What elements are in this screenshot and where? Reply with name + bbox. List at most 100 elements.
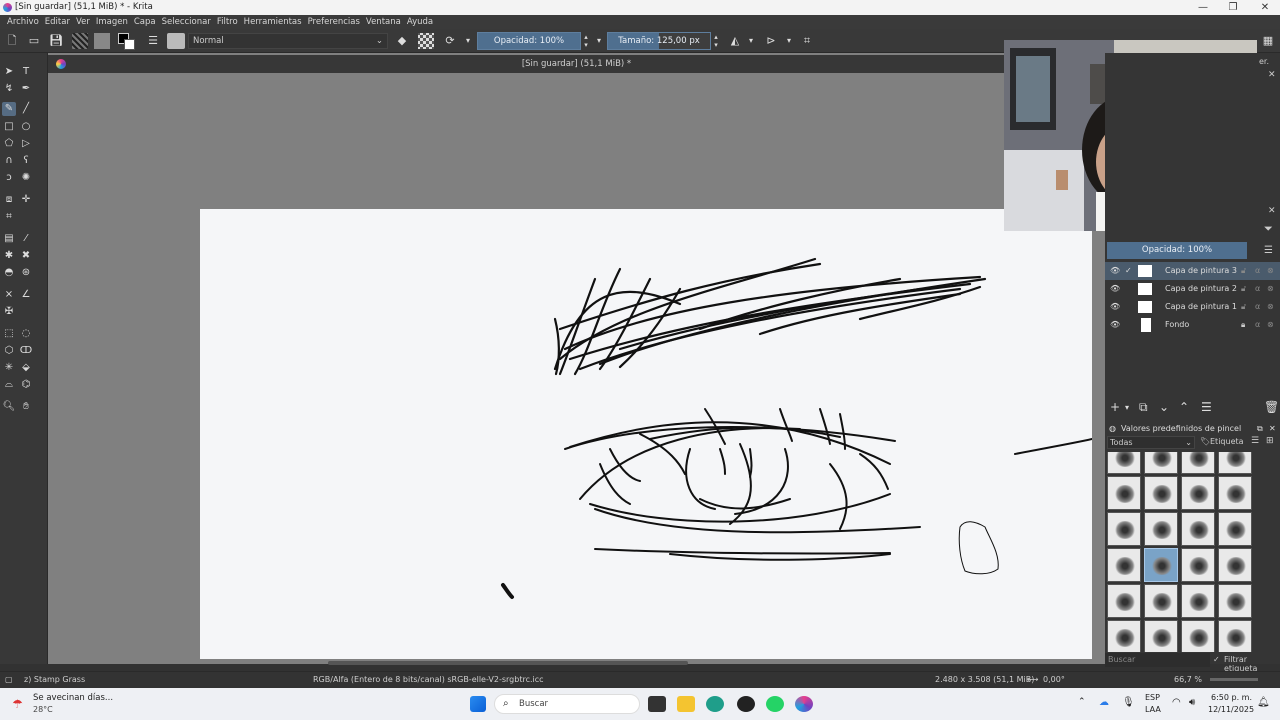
rect-select-icon[interactable]: ⬚ (2, 327, 16, 341)
freehand-path-icon[interactable]: ʕ (19, 154, 33, 168)
eye-icon[interactable]: 👁︎ (1110, 298, 1120, 316)
brush-preset-tile[interactable] (1107, 476, 1141, 510)
notification-icon[interactable]: 🔔︎ (1257, 697, 1270, 708)
calligraphy-icon[interactable]: ✒ (19, 82, 33, 96)
drawing-canvas[interactable] (200, 209, 1092, 659)
polygon-select-icon[interactable]: ⬡ (2, 344, 16, 358)
filter-icon[interactable]: ⏷ (1264, 222, 1273, 236)
chevron-down-icon[interactable]: ▾ (746, 33, 756, 49)
bezier-tool-icon[interactable]: ∩ (2, 154, 16, 168)
brush-preset-tile[interactable] (1218, 452, 1252, 474)
transform-tool-icon[interactable]: ⧈ (2, 193, 16, 207)
alpha-icon[interactable]: α (1255, 298, 1260, 316)
weather-icon[interactable]: ☂ (12, 697, 23, 711)
ellipse-tool-icon[interactable]: ○ (19, 120, 33, 134)
move-tool-icon[interactable]: ✛ (19, 193, 33, 207)
rotation-label[interactable]: 0,00° (1043, 672, 1065, 687)
chevron-down-icon[interactable]: ▾ (784, 33, 794, 49)
cloud-icon[interactable]: ☁ (1099, 697, 1109, 708)
menu-seleccionar[interactable]: Seleccionar (159, 15, 214, 29)
krita-taskbar-icon[interactable] (795, 696, 813, 712)
measure-tool-icon[interactable]: ∠ (19, 288, 33, 302)
freehand-select-icon[interactable]: ↀ (19, 344, 33, 358)
brush-preset-tile[interactable] (1218, 512, 1252, 546)
contiguous-select-icon[interactable]: ✳ (2, 361, 16, 375)
polyline-tool-icon[interactable]: ▷ (19, 137, 33, 151)
menu-filtro[interactable]: Filtro (214, 15, 241, 29)
reload-preset-icon[interactable]: ⟳ (442, 33, 458, 49)
add-tag-icon[interactable]: ⊞ (1266, 436, 1274, 446)
clock-time[interactable]: 6:50 p. m. (1208, 693, 1252, 702)
task-view-icon[interactable] (648, 696, 666, 712)
menu-ayuda[interactable]: Ayuda (404, 15, 436, 29)
brush-preset-tile[interactable] (1107, 584, 1141, 618)
alpha-icon[interactable]: α (1255, 262, 1260, 280)
checkmark-icon[interactable]: ✓ (1125, 262, 1132, 280)
brush-preset-tile[interactable] (1218, 584, 1252, 618)
menu-ver[interactable]: Ver (73, 15, 93, 29)
pan-tool-icon[interactable]: ✋︎ (19, 400, 33, 414)
brush-preset-tile[interactable] (1181, 512, 1215, 546)
menu-preferencias[interactable]: Preferencias (305, 15, 363, 29)
volume-icon[interactable]: 🔊︎ (1189, 697, 1195, 708)
duplicate-layer-icon[interactable]: ⧉ (1139, 400, 1148, 415)
menu-icon[interactable]: ☰ (1264, 245, 1273, 256)
move-up-icon[interactable]: ⌃ (1179, 400, 1189, 414)
workspace-icon[interactable]: ▦ (1260, 33, 1276, 49)
layer-row[interactable]: 👁︎ ✓ Capa de pintura 3 🔓︎ α ⊗ (1105, 262, 1280, 280)
brush-preset-tile[interactable] (1218, 476, 1252, 510)
polygon-tool-icon[interactable]: ⬠ (2, 137, 16, 151)
brush-preset-tile[interactable] (1181, 452, 1215, 474)
brush-preset-tile[interactable] (1218, 620, 1252, 652)
layer-properties-icon[interactable]: ☰ (1201, 400, 1212, 414)
eye-icon[interactable]: 👁︎ (1110, 316, 1120, 334)
taskbar-search-input[interactable]: ⌕ Buscar (494, 694, 640, 714)
alpha-lock-icon[interactable] (418, 33, 434, 49)
bezier-select-icon[interactable]: ⌓ (2, 378, 16, 392)
wrap-around-icon[interactable]: ⌗ (798, 33, 816, 49)
brush-preset-tile[interactable] (1144, 452, 1178, 474)
brush-preset-tile[interactable] (1181, 476, 1215, 510)
close-icon[interactable]: ✕ (1268, 206, 1276, 216)
whatsapp-icon[interactable] (766, 696, 784, 712)
brush-preset-tile[interactable] (1181, 548, 1215, 582)
edit-shapes-icon[interactable]: ↯ (2, 82, 16, 96)
rectangle-tool-icon[interactable]: □ (2, 120, 16, 134)
canvas-horizontal-scrollbar[interactable] (328, 661, 688, 665)
magnetic-select-icon[interactable]: ⌬ (19, 378, 33, 392)
chevron-down-icon[interactable]: ▾ (1125, 403, 1129, 412)
brush-preset-tile[interactable] (1144, 548, 1178, 582)
menu-imagen[interactable]: Imagen (93, 15, 131, 29)
add-layer-icon[interactable]: + (1110, 400, 1120, 414)
chrome-app-icon[interactable] (737, 696, 755, 712)
save-icon[interactable]: 💾︎ (48, 33, 64, 49)
alpha-icon[interactable]: α (1255, 280, 1260, 298)
crop-tool-icon[interactable]: ⌗ (2, 210, 16, 224)
brush-preset-tile[interactable] (1218, 548, 1252, 582)
fg-bg-color-icon[interactable] (118, 33, 136, 50)
weather-text[interactable]: Se avecinan días... (33, 693, 113, 703)
size-slider[interactable]: Tamaño: 125,00 px (607, 32, 711, 50)
close-icon[interactable]: ✕ (1268, 70, 1276, 80)
enclose-fill-icon[interactable]: ⊛ (19, 266, 33, 280)
inherit-alpha-icon[interactable]: ⊗ (1267, 280, 1274, 298)
edge-icon[interactable] (706, 696, 724, 712)
maximize-button[interactable]: ❐ (1218, 0, 1248, 15)
close-window-button[interactable]: ✕ (1250, 0, 1280, 15)
microphone-icon[interactable]: 🎙︎ (1122, 697, 1135, 708)
chevron-down-icon[interactable]: ▾ (462, 33, 474, 49)
layer-row[interactable]: 👁︎ Capa de pintura 2 🔓︎ α ⊗ (1105, 280, 1280, 298)
file-explorer-icon[interactable] (677, 696, 695, 712)
reference-tool-icon[interactable]: ✠ (2, 305, 16, 319)
menu-editar[interactable]: Editar (42, 15, 73, 29)
freehand-brush-icon[interactable]: ✎ (2, 102, 16, 116)
zoom-label[interactable]: 66,7 % (1174, 672, 1202, 687)
alpha-icon[interactable]: α (1255, 316, 1260, 334)
close-icon[interactable]: ✕ (1269, 421, 1276, 436)
brush-settings-icon[interactable]: ☰ (145, 33, 161, 49)
lock-icon[interactable]: 🔒︎ (1241, 316, 1245, 334)
select-shape-icon[interactable]: ➤ (2, 65, 16, 79)
color-picker-icon[interactable]: ⁄ (19, 232, 33, 246)
menu-herramientas[interactable]: Herramientas (241, 15, 305, 29)
eye-icon[interactable]: 👁︎ (1110, 262, 1120, 280)
